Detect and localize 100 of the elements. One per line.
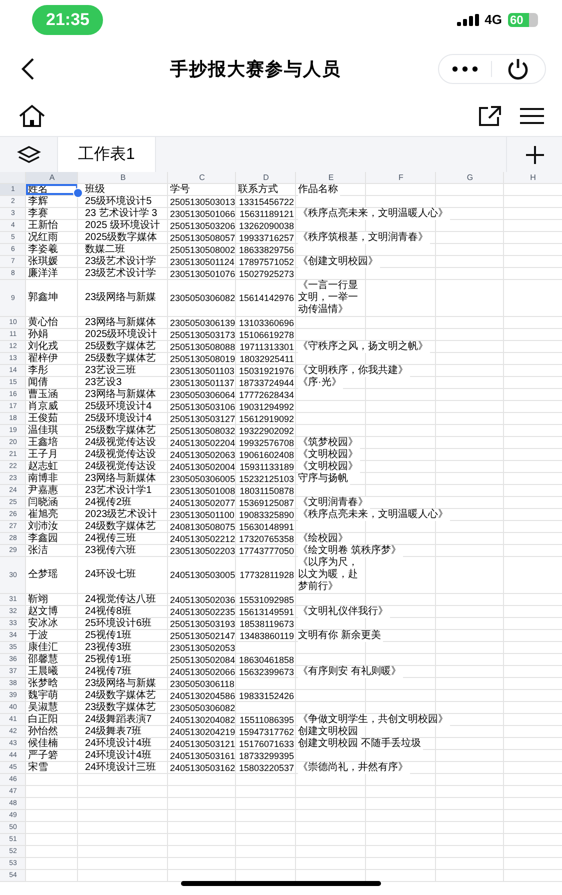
table-cell: 23艺设3: [85, 376, 122, 388]
column-header[interactable]: B: [78, 172, 168, 183]
share-icon[interactable]: [478, 105, 502, 127]
table-cell: 李鑫园: [28, 532, 58, 544]
table-cell: 《文明礼仪伴我行》: [298, 606, 390, 618]
column-header[interactable]: F: [366, 172, 436, 183]
table-cell: 翟梓伊: [28, 352, 58, 364]
back-icon[interactable]: [20, 57, 36, 81]
column-header[interactable]: D: [236, 172, 296, 183]
table-cell: 19933716257: [238, 232, 294, 244]
column-header[interactable]: G: [436, 172, 504, 183]
table-cell: 李彤: [28, 364, 48, 376]
table-cell: 2505130503206: [170, 220, 236, 232]
table-cell: 15630148991: [238, 520, 294, 532]
table-cell: 康佳汇: [28, 642, 58, 654]
table-cell: 15612919092: [238, 412, 294, 424]
table-cell: 15632399673: [238, 666, 294, 678]
table-cell: 张洁: [28, 544, 48, 556]
layers-icon[interactable]: [16, 144, 40, 164]
table-cell: 《文明校园》: [298, 448, 360, 460]
table-cell: 2305130501008: [170, 484, 236, 496]
table-cell: 15106619278: [238, 328, 294, 340]
table-cell: 《文明润青春》: [298, 496, 370, 508]
table-cell: 2505130503106: [170, 400, 236, 412]
column-header[interactable]: H: [504, 172, 562, 183]
table-cell: 15947317762: [238, 726, 294, 738]
table-cell: 2405130503121: [170, 738, 236, 750]
table-cell: 15931133189: [240, 460, 294, 472]
table-cell: 2405130502066: [170, 666, 236, 678]
table-cell: 2405130204082: [170, 714, 236, 726]
table-cell: 25视传1班: [85, 630, 132, 642]
table-cell: 2305050306064: [170, 388, 236, 400]
home-icon[interactable]: [18, 104, 46, 128]
table-cell: 18032925411: [240, 352, 294, 364]
table-cell: 学号: [170, 184, 190, 196]
table-cell: 联系方式: [238, 184, 278, 196]
table-cell: 13262090038: [238, 220, 294, 232]
table-cell: 《序·光》: [298, 376, 344, 388]
table-cell: 15232125103: [238, 472, 294, 484]
table-cell: 17897571052: [238, 256, 294, 268]
table-cell: 仝梦瑶: [28, 569, 58, 581]
table-cell: 15613149591: [238, 606, 294, 618]
table-cell: 魏宇萌: [28, 690, 58, 702]
table-cell: 24视传8班: [85, 606, 132, 618]
table-cell: 《文明秩序，你我共建》: [298, 364, 410, 376]
table-cell: 2408130508075: [170, 520, 236, 532]
more-icon[interactable]: [452, 66, 478, 72]
column-header[interactable]: E: [296, 172, 366, 183]
table-cell: 23级艺术设计学: [85, 268, 156, 280]
table-cell: 文明有你 新余更美: [298, 630, 383, 642]
table-cell: 24级视觉传达设: [85, 436, 156, 448]
table-cell: 2505130508032: [170, 424, 236, 436]
table-cell: 18538119673: [240, 618, 294, 630]
table-cell: 守序与扬帆: [298, 472, 350, 484]
table-cell: 南博非: [28, 472, 58, 484]
table-cell: 19322902092: [238, 424, 294, 436]
table-cell: 2405130502235: [170, 606, 236, 618]
table-cell: 王新怡: [28, 220, 58, 232]
table-cell: 刘化戎: [28, 340, 58, 352]
menu-icon[interactable]: [520, 107, 544, 125]
table-cell: 24环境设计4班: [85, 738, 152, 750]
network-label: 4G: [484, 11, 502, 30]
table-cell: 2405130502204: [170, 436, 236, 448]
table-cell: 2305050306082: [170, 292, 236, 304]
table-cell: 创建文明校园 不随手丢垃圾: [298, 738, 423, 750]
table-cell: 孙怡然: [28, 726, 58, 738]
table-cell: 24级数字媒体艺: [85, 690, 156, 702]
table-cell: 2405130502077: [170, 496, 236, 508]
page-title: 手抄报大赛参与人员: [170, 58, 341, 80]
table-cell: 廉洋洋: [28, 268, 58, 280]
table-cell: 刘沛汝: [28, 520, 58, 532]
table-cell: 王子月: [28, 448, 58, 460]
table-cell: 23 艺术设计学 3: [85, 208, 158, 220]
table-cell: 《筑梦校园》: [298, 436, 360, 448]
power-icon[interactable]: [506, 57, 530, 81]
table-cell: 2405130503162: [170, 762, 236, 774]
table-cell: 25环境设计6班: [85, 618, 152, 630]
table-cell: 《创建文明校园》: [298, 256, 380, 268]
table-cell: 15614142976: [238, 292, 294, 304]
table-cell: 24视觉传达八班: [85, 594, 156, 606]
table-cell: 15511086395: [240, 714, 294, 726]
table-cell: 23级艺术设计学: [85, 256, 156, 268]
column-header[interactable]: A: [26, 172, 78, 183]
table-cell: 24级视觉传达设: [85, 460, 156, 472]
table-cell: 2305130501066: [170, 208, 236, 220]
table-cell: 2405130502212: [170, 532, 236, 544]
table-cell: 李姿羲: [28, 244, 58, 256]
add-sheet-icon[interactable]: [524, 144, 544, 164]
table-cell: 尹嘉惠: [28, 484, 58, 496]
column-header[interactable]: C: [168, 172, 236, 183]
selection-handle[interactable]: [73, 188, 83, 198]
table-cell: 闫晓涵: [28, 496, 58, 508]
table-cell: 2505130503173: [170, 328, 236, 340]
table-cell: 25级环境设计5: [85, 196, 152, 208]
table-cell: 25级数字媒体艺: [85, 424, 156, 436]
table-cell: 15531092985: [238, 594, 294, 606]
table-cell: 2305130501100: [170, 508, 234, 520]
table-cell: 24环设七班: [85, 569, 136, 581]
sheet-tab[interactable]: 工作表1: [58, 137, 156, 172]
table-cell: 2305050306082: [170, 702, 236, 714]
